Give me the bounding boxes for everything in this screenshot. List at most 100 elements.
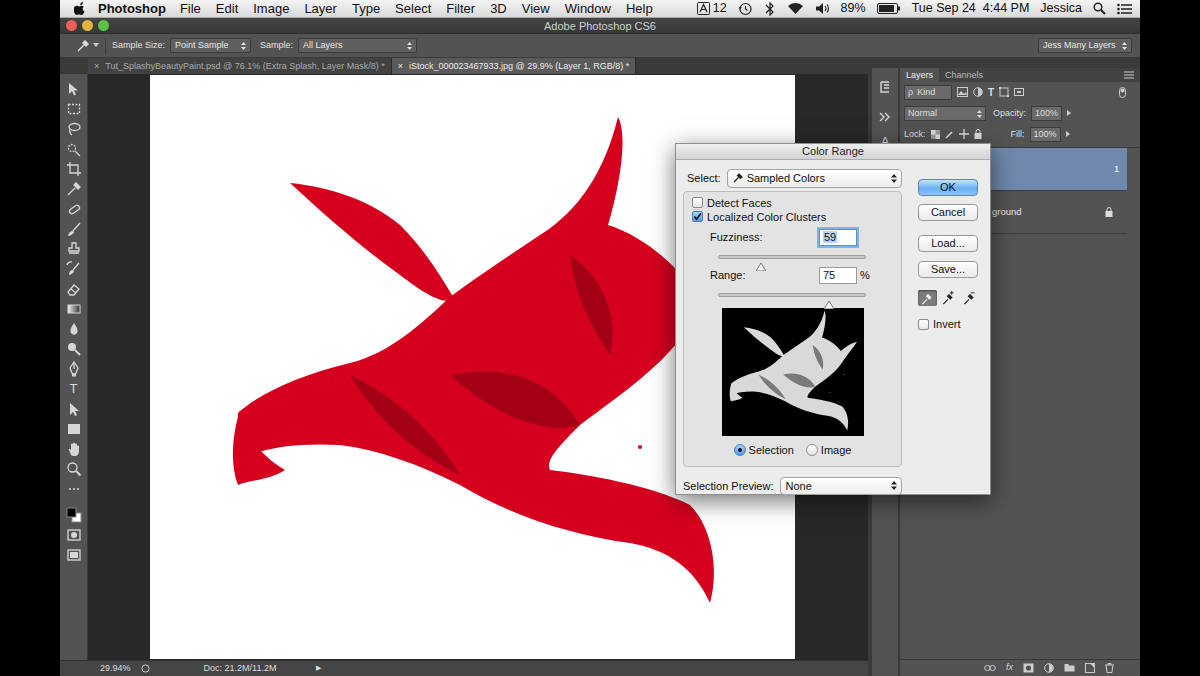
layer-style-button[interactable]: fx <box>1006 661 1013 675</box>
opacity-arrow-icon[interactable] <box>1067 107 1071 121</box>
checkbox-label[interactable]: Detect Faces <box>707 197 772 209</box>
document-tab[interactable]: ×Tut_SplashyBeautyPaint.psd @ 76.1% (Ext… <box>88 58 392 74</box>
shape-filter-icon[interactable] <box>999 86 1009 100</box>
menu-item[interactable]: Type <box>352 0 380 18</box>
filter-kind-dropdown[interactable]: ρ Kind <box>904 85 952 101</box>
dialog-button[interactable]: Load... <box>918 235 978 252</box>
adjustment-layer-icon[interactable] <box>1044 661 1054 675</box>
status-menu-arrow[interactable]: ▶ <box>316 663 321 674</box>
zoom-tool-icon[interactable] <box>65 460 82 477</box>
sample-size-dropdown[interactable]: Point Sample <box>170 38 251 54</box>
checkbox-label[interactable]: Localized Color Clusters <box>707 211 826 223</box>
battery-percent[interactable]: 89% <box>841 0 866 18</box>
sample-dropdown[interactable]: All Layers <box>298 38 417 54</box>
menu-item[interactable]: Select <box>395 0 431 18</box>
radio-option[interactable]: Selection <box>734 442 794 459</box>
zoom-button[interactable] <box>98 20 109 31</box>
pixel-filter-icon[interactable] <box>957 86 968 100</box>
rectangle-tool-icon[interactable] <box>65 420 82 437</box>
new-group-icon[interactable] <box>1064 661 1075 675</box>
invert-label[interactable]: Invert <box>933 318 961 330</box>
add-mask-icon[interactable] <box>1023 661 1034 675</box>
dialog-button[interactable]: Cancel <box>918 204 978 221</box>
actions-panel-icon[interactable] <box>878 104 892 128</box>
sync-icon[interactable] <box>764 0 776 18</box>
slider-thumb[interactable] <box>824 296 834 304</box>
menu-item[interactable]: Edit <box>216 0 238 18</box>
checkbox[interactable] <box>692 211 703 222</box>
hand-tool-icon[interactable] <box>65 440 82 457</box>
tab-close-button[interactable]: × <box>94 61 99 71</box>
panel-tab[interactable]: Channels <box>939 68 989 82</box>
radio-option[interactable]: Image <box>806 442 852 459</box>
crop-tool-icon[interactable] <box>65 160 82 177</box>
opacity-field[interactable]: 100% <box>1031 106 1062 122</box>
lasso-tool-icon[interactable] <box>65 120 82 137</box>
eraser-tool-icon[interactable] <box>65 280 82 297</box>
menu-item[interactable]: View <box>522 0 550 18</box>
menu-item[interactable]: Filter <box>446 0 475 18</box>
add-to-sample-eyedropper-icon[interactable] <box>939 290 958 306</box>
subtract-from-sample-eyedropper-icon[interactable] <box>959 290 978 306</box>
panel-menu-icon[interactable] <box>1124 68 1134 82</box>
color-swatches-icon[interactable] <box>65 506 82 523</box>
dodge-tool-icon[interactable] <box>65 340 82 357</box>
dialog-button[interactable]: Save... <box>918 261 978 278</box>
type-tool-icon[interactable]: T <box>65 380 82 397</box>
eyedropper-tool-icon[interactable] <box>65 180 82 197</box>
panel-tab[interactable]: Layers <box>900 68 939 82</box>
adobe-status[interactable]: 12 <box>697 0 727 18</box>
menu-item[interactable]: File <box>180 0 201 18</box>
healing-brush-tool-icon[interactable] <box>65 200 82 217</box>
select-dropdown[interactable]: Sampled Colors <box>727 169 902 188</box>
radio-button[interactable] <box>806 444 818 456</box>
radio-label[interactable]: Image <box>821 442 852 459</box>
time-machine-icon[interactable] <box>738 0 753 18</box>
selection-preview-dropdown[interactable]: None <box>780 477 903 496</box>
minimize-button[interactable] <box>82 20 93 31</box>
quick-mask-icon[interactable] <box>65 526 82 543</box>
checkbox[interactable] <box>918 319 929 330</box>
lock-all-icon[interactable] <box>974 128 982 142</box>
history-panel-icon[interactable] <box>878 74 892 98</box>
radio-button[interactable] <box>734 444 746 456</box>
volume-icon[interactable] <box>815 0 830 18</box>
slider-track[interactable] <box>718 293 866 297</box>
history-brush-tool-icon[interactable] <box>65 260 82 277</box>
slider-track[interactable] <box>718 255 866 259</box>
lock-transparency-icon[interactable] <box>931 128 940 142</box>
lock-pixels-icon[interactable] <box>945 128 954 142</box>
zoom-dial-icon[interactable] <box>141 662 150 676</box>
menu-item[interactable]: Image <box>253 0 289 18</box>
brush-tool-icon[interactable] <box>65 220 82 237</box>
workspace-dropdown[interactable]: Jess Many Layers <box>1038 38 1132 54</box>
link-layers-icon[interactable] <box>984 661 996 675</box>
delete-layer-icon[interactable] <box>1105 661 1114 675</box>
slider-value-field[interactable]: 59 <box>819 229 857 246</box>
app-menu[interactable]: Photoshop <box>98 0 166 18</box>
slider-thumb[interactable] <box>756 258 766 266</box>
radio-label[interactable]: Selection <box>749 442 794 459</box>
menu-item[interactable]: Help <box>626 0 653 18</box>
checkbox-row[interactable]: Detect Faces <box>692 197 893 209</box>
layer-name[interactable]: ground <box>992 205 1022 219</box>
lock-position-icon[interactable] <box>959 128 969 142</box>
user-menu[interactable]: Jessica <box>1040 0 1082 18</box>
menu-item[interactable]: Window <box>565 0 611 18</box>
menu-item[interactable]: Layer <box>304 0 337 18</box>
battery-icon[interactable] <box>877 0 901 18</box>
type-filter-icon[interactable]: T <box>988 85 994 100</box>
apple-icon[interactable] <box>74 0 86 18</box>
clock[interactable]: Tue Sep 24 4:44 PM <box>912 0 1030 18</box>
screen-mode-icon[interactable] <box>65 546 82 563</box>
clone-stamp-tool-icon[interactable] <box>65 240 82 257</box>
smart-object-filter-icon[interactable] <box>1014 86 1024 100</box>
marquee-tool-icon[interactable] <box>65 100 82 117</box>
pen-tool-icon[interactable] <box>65 360 82 377</box>
spotlight-icon[interactable] <box>1093 0 1106 18</box>
checkbox[interactable] <box>692 197 703 208</box>
document-tab[interactable]: ×iStock_000023467933.jpg @ 29.9% (Layer … <box>392 58 637 74</box>
tool-preset-arrow-icon[interactable] <box>93 39 99 53</box>
checkbox-row[interactable]: Localized Color Clusters <box>692 211 893 223</box>
blur-tool-icon[interactable] <box>65 320 82 337</box>
